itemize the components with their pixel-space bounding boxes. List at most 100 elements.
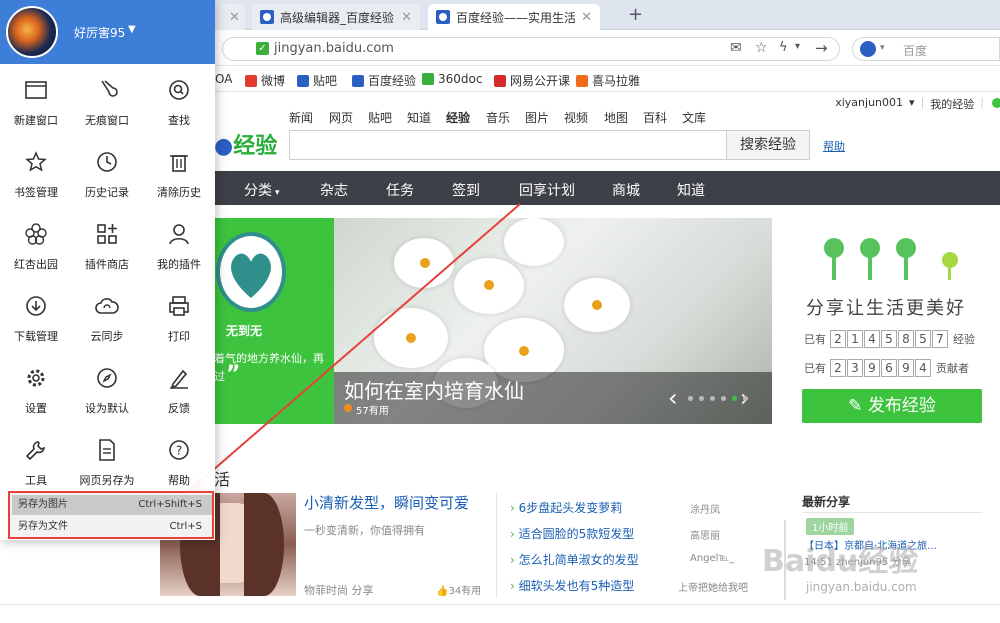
avatar[interactable] xyxy=(6,6,58,58)
nav-link[interactable]: 音乐 xyxy=(486,109,510,126)
lightning-icon[interactable]: ϟ xyxy=(779,40,788,55)
menu-item-history[interactable]: 历史记录 xyxy=(71,150,143,200)
menu-item-new-window[interactable]: 新建窗口 xyxy=(0,78,72,128)
nav-link[interactable]: 新闻 xyxy=(289,109,313,126)
printer-icon xyxy=(169,296,189,316)
nav-link[interactable]: 百科 xyxy=(643,109,667,126)
new-tab-button[interactable]: + xyxy=(628,4,643,25)
carousel-dot[interactable] xyxy=(710,396,715,401)
nav-link[interactable]: 地图 xyxy=(604,109,628,126)
nav-item[interactable]: 回享计划 xyxy=(519,180,575,200)
list-item[interactable]: › 适合圆脸的5款短发型 xyxy=(510,525,634,542)
nav-item[interactable]: 任务 xyxy=(386,180,414,200)
menu-username[interactable]: 好厉害95 xyxy=(74,24,125,41)
nav-link[interactable]: 文库 xyxy=(682,109,706,126)
nav-category[interactable]: 分类 ▾ xyxy=(244,180,280,200)
nav-link-active[interactable]: 经验 xyxy=(446,109,470,126)
menu-item-downloads[interactable]: 下载管理 xyxy=(0,294,72,344)
nav-item[interactable]: 签到 xyxy=(452,180,480,200)
menu-item-set-default[interactable]: 设为默认 xyxy=(71,366,143,416)
close-icon[interactable]: ✕ xyxy=(575,10,592,25)
my-jingyan-link[interactable]: 我的经验 xyxy=(930,96,974,112)
tab-active[interactable]: 百度经验——实用生活指南 ✕ xyxy=(428,4,600,30)
menu-item-tools[interactable]: 工具 xyxy=(0,438,72,488)
username-link[interactable]: xiyanjun001 xyxy=(835,96,903,112)
carousel-dot[interactable] xyxy=(721,396,726,401)
publish-button[interactable]: ✎ 发布经验 xyxy=(802,389,982,423)
site-search-input[interactable] xyxy=(289,130,727,160)
close-icon[interactable]: ✕ xyxy=(395,10,412,25)
chevron-down-icon[interactable]: ▾ xyxy=(909,96,915,112)
chevron-down-icon[interactable]: ▼ xyxy=(128,24,136,35)
menu-item-label: 设为默认 xyxy=(85,402,129,415)
carousel-dot[interactable] xyxy=(699,396,704,401)
submenu-shortcut: Ctrl+Shift+S xyxy=(138,499,202,510)
menu-item-save-page-as[interactable]: 网页另存为 xyxy=(71,438,143,488)
bookmark-item[interactable]: 百度经验 xyxy=(352,72,416,89)
nav-item[interactable]: 知道 xyxy=(677,180,705,200)
menu-item-my-plugins[interactable]: 我的插件 xyxy=(143,222,215,272)
chevron-down-icon[interactable]: ▾ xyxy=(795,41,800,52)
window-icon xyxy=(25,81,47,99)
mail-icon[interactable]: ✉ xyxy=(730,40,742,56)
bookmark-item[interactable]: 喜马拉雅 xyxy=(576,72,640,89)
list-item[interactable]: › 怎么扎简单淑女的发型 xyxy=(510,551,639,568)
bookmark-item[interactable]: OA xyxy=(215,72,232,86)
nav-link[interactable]: 贴吧 xyxy=(368,109,392,126)
nav-link[interactable]: 知道 xyxy=(407,109,431,126)
menu-item-clear-history[interactable]: 清除历史 xyxy=(143,150,215,200)
tab[interactable]: 高级编辑器_百度经验 ✕ xyxy=(252,4,420,30)
carousel-dot[interactable] xyxy=(688,396,693,401)
chevron-down-icon[interactable]: ▾ xyxy=(880,43,885,53)
nav-item[interactable]: 商城 xyxy=(612,180,640,200)
list-item[interactable]: › 细软头发也有5种造型 xyxy=(510,577,634,594)
help-link[interactable]: 帮助 xyxy=(823,138,845,154)
bookmark-item[interactable]: 360doc xyxy=(422,72,482,86)
bookmark-star-icon[interactable]: ☆ xyxy=(755,40,768,56)
nav-link[interactable]: 网页 xyxy=(329,109,353,126)
notification-icon[interactable] xyxy=(992,98,1000,108)
menu-item-plugin-store[interactable]: 插件商店 xyxy=(71,222,143,272)
url-text[interactable]: jingyan.baidu.com xyxy=(274,41,394,56)
list-item-author[interactable]: 涂丹凤 xyxy=(690,501,720,516)
baidu-paw-icon: ● xyxy=(214,134,234,159)
submenu-item-save-as-image[interactable]: 另存为图片 Ctrl+Shift+S xyxy=(12,495,212,515)
menu-item-find[interactable]: 查找 xyxy=(143,78,215,128)
menu-item-settings[interactable]: 设置 xyxy=(0,366,72,416)
chevron-left-icon[interactable]: ‹ xyxy=(668,384,678,412)
wrench-icon xyxy=(25,441,45,461)
nav-link[interactable]: 图片 xyxy=(525,109,549,126)
baidu-search-icon[interactable] xyxy=(860,41,876,57)
menu-item-print[interactable]: 打印 xyxy=(143,294,215,344)
carousel-dot[interactable] xyxy=(743,396,748,401)
bookmark-item[interactable]: 贴吧 xyxy=(297,72,337,89)
search-button[interactable]: 搜索经验 xyxy=(726,130,810,160)
apps-icon xyxy=(97,224,117,244)
bookmark-item[interactable]: 网易公开课 xyxy=(494,72,570,89)
tab[interactable]: ✕ xyxy=(215,4,245,30)
bookmark-label: 360doc xyxy=(438,72,483,86)
menu-item-bookmarks[interactable]: 书签管理 xyxy=(0,150,72,200)
menu-item-help[interactable]: ? 帮助 xyxy=(143,438,215,488)
bookmark-item[interactable]: 微博 xyxy=(245,72,285,89)
nav-link[interactable]: 视频 xyxy=(564,109,588,126)
list-item-author[interactable]: Angel℡_ xyxy=(690,553,734,564)
nav-item[interactable]: 杂志 xyxy=(320,180,348,200)
menu-item-label: 查找 xyxy=(168,114,190,127)
go-arrow-icon[interactable]: → xyxy=(815,39,828,57)
close-icon[interactable]: ✕ xyxy=(223,10,240,25)
menu-item-hongxing[interactable]: 红杏出园 xyxy=(0,222,72,272)
menu-item-label: 下载管理 xyxy=(14,330,58,343)
secure-check-icon: ✓ xyxy=(256,42,269,55)
slogan: 分享让生活更美好 xyxy=(806,298,966,319)
menu-item-cloud-sync[interactable]: 云同步 xyxy=(71,294,143,344)
list-item-author[interactable]: 上帝把她给我吧 xyxy=(678,579,748,594)
divider xyxy=(0,604,1000,605)
stats-prefix: 已有 xyxy=(804,333,826,346)
list-item-author[interactable]: 高思丽 xyxy=(690,527,720,542)
menu-item-incognito[interactable]: 无痕窗口 xyxy=(71,78,143,128)
menu-item-feedback[interactable]: 反馈 xyxy=(143,366,215,416)
submenu-item-save-as-file[interactable]: 另存为文件 Ctrl+S xyxy=(12,517,212,537)
carousel-dot-active[interactable] xyxy=(732,396,737,401)
site-logo[interactable]: ●经验 xyxy=(214,128,277,160)
